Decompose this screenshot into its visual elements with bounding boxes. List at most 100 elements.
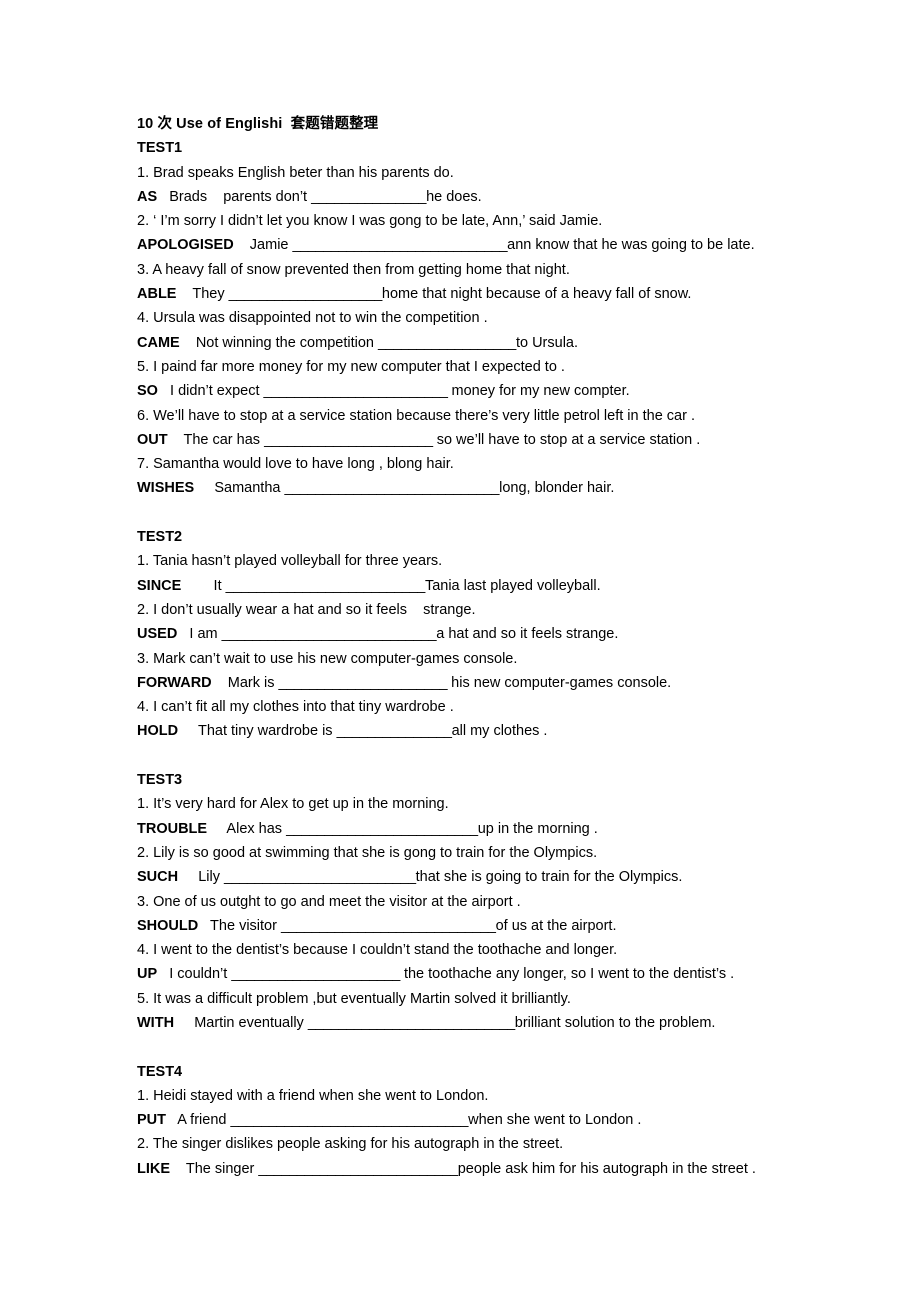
fill-in-blank[interactable]: ____________________________ — [284, 480, 499, 496]
answer-text-after: he does. — [426, 188, 482, 205]
section-heading-1: TEST1 — [137, 140, 183, 157]
keyword-prompt: PUT — [137, 1112, 166, 1129]
sections-container: TEST1 1. Brad speaks English beter than h… — [137, 136, 790, 1181]
answer-line: AS Brads parents don’t _______________he… — [137, 185, 790, 209]
answer-text-after: Tania last played volleyball. — [424, 577, 601, 594]
fill-in-blank[interactable]: ________________________ — [264, 383, 448, 399]
question-prompt: 1. It’s very hard for Alex to get up in … — [137, 796, 449, 813]
answer-line: CAME Not winning the competition _______… — [137, 331, 790, 355]
fill-in-blank[interactable]: _________________________ — [286, 821, 478, 837]
answer-line: HOLD That tiny wardrobe is _____________… — [137, 719, 790, 743]
fill-in-blank[interactable]: ___________________________ — [308, 1015, 515, 1031]
answer-text-before: Lily — [178, 869, 225, 886]
answer-line: ABLE They ____________________home that … — [137, 282, 790, 306]
question-prompt: 4. I can’t fit all my clothes into that … — [137, 699, 454, 716]
answer-line: SO I didn’t expect _____________________… — [137, 379, 790, 403]
question-prompt: 2. The singer dislikes people asking for… — [137, 1136, 564, 1153]
keyword-prompt: UP — [137, 966, 158, 983]
fill-in-blank[interactable]: ______________________ — [279, 675, 448, 691]
keyword-prompt: ABLE — [137, 286, 177, 303]
answer-line: SHOULD The visitor _____________________… — [137, 914, 790, 938]
answer-text-after: a hat and so it feels strange. — [436, 626, 619, 643]
answer-text-before: The singer — [170, 1160, 259, 1177]
fill-in-blank[interactable]: ____________________________ — [281, 918, 496, 934]
keyword-prompt: TROUBLE — [137, 820, 208, 837]
test-section: TEST2 1. Tania hasn’t played volleyball f… — [137, 525, 790, 744]
answer-text-before: A friend — [166, 1112, 231, 1129]
question-prompt: 7. Samantha would love to have long , bl… — [137, 456, 454, 473]
keyword-prompt: SHOULD — [137, 917, 199, 934]
answer-text-before: I am — [177, 626, 222, 643]
answer-text-before: Not winning the competition — [179, 334, 378, 351]
test-section: TEST1 1. Brad speaks English beter than h… — [137, 136, 790, 500]
question-prompt: 6. We’ll have to stop at a service stati… — [137, 407, 695, 424]
question-prompt: 2. ‘ I’m sorry I didn’t let you know I w… — [137, 213, 603, 230]
question-prompt: 5. I paind far more money for my new com… — [137, 358, 565, 375]
fill-in-blank[interactable]: _______________ — [337, 723, 452, 739]
fill-in-blank[interactable]: __________________________ — [226, 578, 426, 594]
keyword-prompt: OUT — [137, 431, 168, 448]
answer-line: APOLOGISED Jamie _______________________… — [137, 233, 790, 257]
answer-text-before: Brads parents don’t — [157, 188, 312, 205]
keyword-prompt: LIKE — [137, 1160, 171, 1177]
question-prompt: 5. It was a difficult problem ,but event… — [137, 990, 571, 1007]
answer-text-after: when she went to London . — [468, 1112, 642, 1129]
answer-line: WITH Martin eventually _________________… — [137, 1011, 790, 1035]
fill-in-blank[interactable]: _________________________ — [224, 869, 416, 885]
keyword-prompt: USED — [137, 626, 178, 643]
answer-text-before: The visitor — [198, 917, 281, 934]
keyword-prompt: AS — [137, 188, 158, 205]
answer-text-after: all my clothes . — [451, 723, 548, 740]
section-heading-4: TEST4 — [137, 1063, 183, 1080]
fill-in-blank[interactable]: ____________________ — [229, 286, 383, 302]
answer-text-after: his new computer-games console. — [447, 674, 672, 691]
answer-line: USED I am ____________________________a … — [137, 622, 790, 646]
keyword-prompt: WITH — [137, 1014, 175, 1031]
question-prompt: 1. Brad speaks English beter than his pa… — [137, 164, 454, 181]
answer-line: TROUBLE Alex has _______________________… — [137, 817, 790, 841]
answer-text-before: I couldn’t — [157, 966, 232, 983]
fill-in-blank[interactable]: __________________________ — [258, 1161, 458, 1177]
fill-in-blank[interactable]: ____________________________ — [222, 626, 437, 642]
answer-text-before: The car has — [167, 431, 265, 448]
keyword-prompt: CAME — [137, 334, 180, 351]
fill-in-blank[interactable]: ______________________ — [264, 432, 433, 448]
keyword-prompt: SUCH — [137, 869, 179, 886]
question-prompt: 3. A heavy fall of snow prevented then f… — [137, 261, 570, 278]
answer-line: SINCE It __________________________Tania… — [137, 574, 790, 598]
question-prompt: 2. I don’t usually wear a hat and so it … — [137, 601, 476, 618]
test-section: TEST4 1. Heidi stayed with a friend when … — [137, 1060, 790, 1181]
keyword-prompt: SO — [137, 383, 158, 400]
answer-text-before: I didn’t expect — [157, 383, 264, 400]
answer-line: SUCH Lily _________________________that … — [137, 865, 790, 889]
answer-line: WISHES Samantha ________________________… — [137, 476, 790, 500]
answer-line: FORWARD Mark is ______________________ h… — [137, 671, 790, 695]
answer-text-before: They — [176, 286, 229, 303]
question-prompt: 1. Tania hasn’t played volleyball for th… — [137, 553, 443, 570]
question-prompt: 1. Heidi stayed with a friend when she w… — [137, 1087, 489, 1104]
keyword-prompt: SINCE — [137, 577, 182, 594]
answer-text-after: of us at the airport. — [495, 917, 617, 934]
fill-in-blank[interactable]: _______________________________ — [231, 1112, 469, 1128]
keyword-prompt: FORWARD — [137, 674, 212, 691]
fill-in-blank[interactable]: _______________ — [311, 189, 426, 205]
answer-text-before: That tiny wardrobe is — [178, 723, 337, 740]
answer-text-after: people ask him for his autograph in the … — [457, 1160, 756, 1177]
document-page: 10 次 Use of Englishi 套题错题整理 TEST1 1. Brad… — [0, 0, 920, 1302]
answer-line: UP I couldn’t ______________________ the… — [137, 962, 790, 986]
section-heading-3: TEST3 — [137, 772, 183, 789]
answer-text-after: so we’ll have to stop at a service stati… — [432, 431, 701, 448]
test-section: TEST3 1. It’s very hard for Alex to get u… — [137, 768, 790, 1035]
answer-text-after: home that night because of a heavy fall … — [381, 286, 692, 303]
fill-in-blank[interactable]: __________________ — [378, 335, 516, 351]
fill-in-blank[interactable]: ______________________ — [231, 966, 400, 982]
section-heading-2: TEST2 — [137, 529, 183, 546]
question-prompt: 4. Ursula was disappointed not to win th… — [137, 310, 488, 327]
question-prompt: 2. Lily is so good at swimming that she … — [137, 844, 598, 861]
answer-text-after: the toothache any longer, so I went to t… — [399, 966, 735, 983]
answer-text-after: to Ursula. — [515, 334, 579, 351]
fill-in-blank[interactable]: ____________________________ — [293, 237, 508, 253]
